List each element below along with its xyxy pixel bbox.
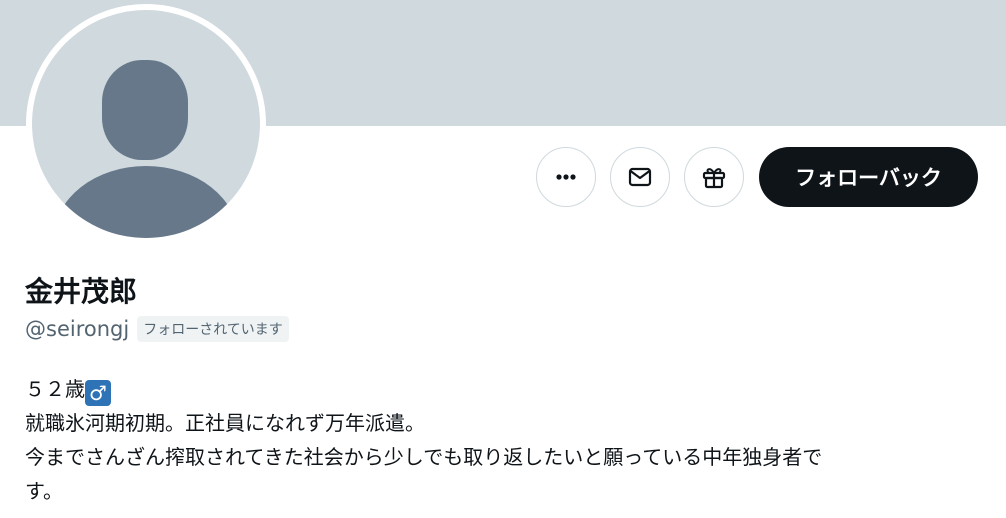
follow-back-button[interactable]: フォローバック xyxy=(759,147,978,207)
default-avatar-silhouette-icon xyxy=(54,60,238,238)
avatar[interactable] xyxy=(32,10,260,238)
bio-line-1: ５２歳 ♂ xyxy=(25,372,985,406)
bio-age-text: ５２歳 xyxy=(25,377,85,401)
gift-icon xyxy=(702,168,726,189)
mail-icon xyxy=(628,167,652,187)
bio-line-2: 就職氷河期初期。正社員になれず万年派遣。 xyxy=(25,411,425,435)
display-name: 金井茂郎 xyxy=(25,275,138,308)
follows-you-badge: フォローされています xyxy=(137,316,289,342)
more-horizontal-icon xyxy=(556,174,576,180)
bio-line-3: 今までさんざん搾取されてきた社会から少しでも取り返したいと願っている中年独身者で xyxy=(25,445,823,469)
more-button[interactable] xyxy=(536,147,596,207)
profile-bio: ５２歳 ♂ 就職氷河期初期。正社員になれず万年派遣。 今までさんざん搾取されてきた… xyxy=(25,372,985,508)
user-handle: @seirongj xyxy=(25,317,130,341)
bio-line-4: す。 xyxy=(25,479,63,503)
male-sign-icon: ♂ xyxy=(85,380,111,406)
handle-row: @seirongj フォローされています xyxy=(25,316,289,342)
gift-button[interactable] xyxy=(684,147,744,207)
message-button[interactable] xyxy=(610,147,670,207)
